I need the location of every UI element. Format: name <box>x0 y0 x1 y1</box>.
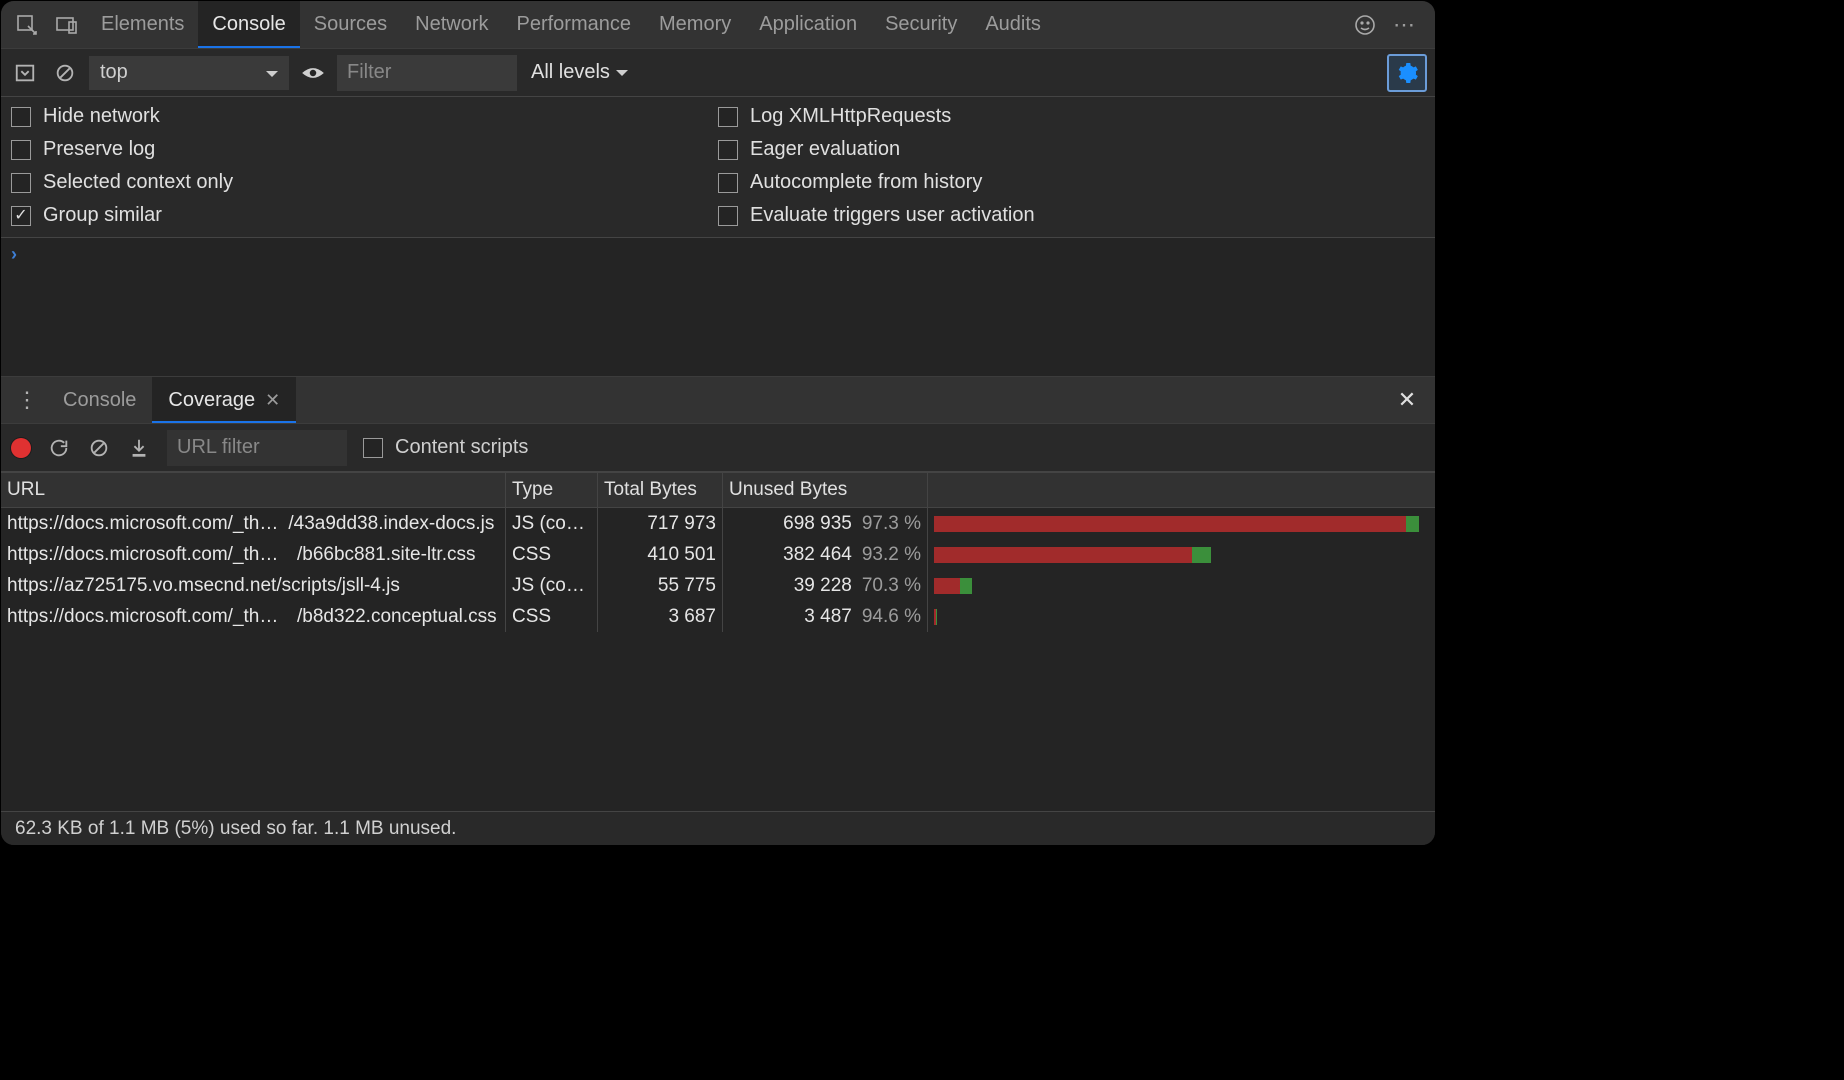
row-unused-bytes: 382 464 <box>783 544 852 566</box>
tab-sources[interactable]: Sources <box>300 1 401 48</box>
tab-security[interactable]: Security <box>871 1 971 48</box>
checkbox-group-similar[interactable]: Group similar <box>11 204 718 227</box>
checkbox-log-xhr[interactable]: Log XMLHttpRequests <box>718 105 1425 128</box>
row-unused-pct: 97.3 % <box>862 513 921 535</box>
row-url: https://docs.microsoft.com/_the… <box>7 606 287 628</box>
tab-application[interactable]: Application <box>745 1 871 48</box>
export-icon[interactable] <box>127 436 151 460</box>
coverage-row[interactable]: https://az725175.vo.msecnd.net/scripts/j… <box>1 570 1435 601</box>
checkbox-autocomplete[interactable]: Autocomplete from history <box>718 171 1425 194</box>
checkbox-selected-context[interactable]: Selected context only <box>11 171 718 194</box>
tab-performance[interactable]: Performance <box>503 1 646 48</box>
col-total-bytes[interactable]: Total Bytes <box>598 473 723 507</box>
col-type[interactable]: Type <box>506 473 598 507</box>
inspect-element-icon[interactable] <box>7 1 47 48</box>
coverage-row[interactable]: https://docs.microsoft.com/_the…/b8d322.… <box>1 601 1435 632</box>
prompt-caret-icon: › <box>11 244 17 264</box>
context-value: top <box>100 61 128 84</box>
row-total-bytes: 3 687 <box>598 601 723 632</box>
smiley-icon[interactable] <box>1345 13 1385 37</box>
checkbox-eval-trigger[interactable]: Evaluate triggers user activation <box>718 204 1425 227</box>
usage-bar <box>934 547 1211 563</box>
drawer-close-icon[interactable]: ✕ <box>1387 377 1427 423</box>
row-url: https://docs.microsoft.com/_th… <box>7 513 278 535</box>
clear-console-icon[interactable] <box>49 57 81 89</box>
usage-bar <box>934 578 972 594</box>
row-total-bytes: 410 501 <box>598 539 723 570</box>
col-url[interactable]: URL <box>1 473 506 507</box>
close-tab-icon[interactable]: ✕ <box>265 390 280 411</box>
url-filter-input[interactable] <box>167 430 347 466</box>
col-bar <box>928 473 1435 507</box>
row-type: CSS <box>506 601 598 632</box>
live-expression-icon[interactable] <box>297 57 329 89</box>
checkbox-hide-network[interactable]: Hide network <box>11 105 718 128</box>
filter-input[interactable] <box>337 55 517 91</box>
usage-bar <box>934 609 936 625</box>
tab-network[interactable]: Network <box>401 1 502 48</box>
checkbox-content-scripts[interactable]: Content scripts <box>363 436 528 459</box>
drawer-tab-coverage[interactable]: Coverage ✕ <box>152 377 296 423</box>
tab-memory[interactable]: Memory <box>645 1 745 48</box>
usage-bar <box>934 516 1419 532</box>
drawer-more-icon[interactable]: ⋮ <box>7 377 47 423</box>
row-total-bytes: 717 973 <box>598 508 723 539</box>
row-unused-bytes: 698 935 <box>783 513 852 535</box>
col-unused-bytes[interactable]: Unused Bytes <box>723 473 928 507</box>
clear-icon[interactable] <box>87 436 111 460</box>
tab-elements[interactable]: Elements <box>87 1 198 48</box>
row-unused-pct: 94.6 % <box>862 606 921 628</box>
checkbox-eager-eval[interactable]: Eager evaluation <box>718 138 1425 161</box>
row-url: https://az725175.vo.msecnd.net/scripts/j… <box>7 575 400 597</box>
row-type: JS (co… <box>506 570 598 601</box>
status-bar: 62.3 KB of 1.1 MB (5%) used so far. 1.1 … <box>1 811 1435 845</box>
tab-console[interactable]: Console <box>198 1 299 48</box>
device-toolbar-icon[interactable] <box>47 1 87 48</box>
toggle-console-sidebar-icon[interactable] <box>9 57 41 89</box>
row-unused-bytes: 3 487 <box>804 606 852 628</box>
reload-icon[interactable] <box>47 436 71 460</box>
context-select[interactable]: top <box>89 56 289 90</box>
row-type: CSS <box>506 539 598 570</box>
checkbox-preserve-log[interactable]: Preserve log <box>11 138 718 161</box>
row-url: https://docs.microsoft.com/_them… <box>7 544 287 566</box>
row-unused-bytes: 39 228 <box>794 575 852 597</box>
coverage-row[interactable]: https://docs.microsoft.com/_th…/43a9dd38… <box>1 508 1435 539</box>
tab-audits[interactable]: Audits <box>971 1 1055 48</box>
row-unused-pct: 70.3 % <box>862 575 921 597</box>
record-button[interactable] <box>11 438 31 458</box>
console-settings-gear-icon[interactable] <box>1387 54 1427 92</box>
row-total-bytes: 55 775 <box>598 570 723 601</box>
drawer-tab-console[interactable]: Console <box>47 377 152 423</box>
row-type: JS (co… <box>506 508 598 539</box>
more-icon[interactable]: ⋯ <box>1385 12 1425 38</box>
coverage-row[interactable]: https://docs.microsoft.com/_them…/b66bc8… <box>1 539 1435 570</box>
row-unused-pct: 93.2 % <box>862 544 921 566</box>
console-prompt-area[interactable]: › <box>1 238 1435 376</box>
log-levels-select[interactable]: All levels <box>525 61 628 84</box>
coverage-table-header: URL Type Total Bytes Unused Bytes <box>1 472 1435 508</box>
